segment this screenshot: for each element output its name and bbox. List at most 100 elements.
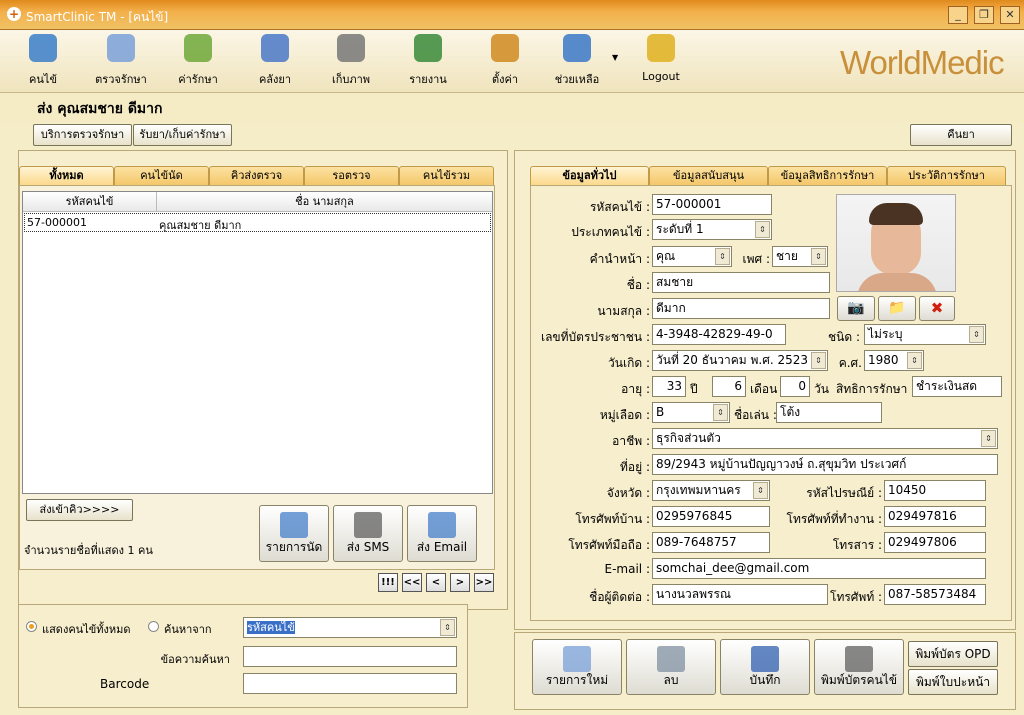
action-button-0[interactable]: รายการนัด: [259, 505, 329, 562]
open-photo-button[interactable]: 📁: [878, 296, 916, 321]
action-button-2[interactable]: ส่ง Email: [407, 505, 477, 562]
nick-field[interactable]: โต้ง: [776, 402, 882, 423]
medicine-button[interactable]: รับยา/เก็บค่ารักษา: [133, 124, 232, 146]
minimize-button[interactable]: _: [948, 6, 968, 24]
toolbar-button-4[interactable]: เก็บภาพ: [316, 30, 386, 90]
tab-right-3[interactable]: ประวัติการรักษา: [887, 166, 1006, 186]
print-cover-button[interactable]: พิมพ์ใบปะหน้า: [908, 669, 998, 695]
nav-button-0[interactable]: !!!: [378, 573, 398, 592]
bottom-button-2[interactable]: บันทึก: [720, 639, 810, 695]
hn-field[interactable]: 57-000001: [652, 194, 772, 215]
bottom-button-1[interactable]: ลบ: [626, 639, 716, 695]
table-row[interactable]: 57-000001 คุณสมชาย ดีมาก: [24, 213, 491, 232]
prov-label: จังหวัด :: [606, 486, 650, 500]
toolbar-button-6[interactable]: ตั้งค่า: [470, 30, 540, 90]
idtype-select[interactable]: ไม่ระบุ ⇕: [864, 324, 986, 345]
job-select[interactable]: ธุรกิจส่วนตัว ⇕: [652, 428, 998, 449]
dob-select[interactable]: วันที่ 20 ธันวาคม พ.ศ. 2523 ⇕: [652, 350, 828, 371]
tools-icon: [491, 34, 519, 62]
lname-field[interactable]: ดีมาก: [652, 298, 830, 319]
toolbar-label[interactable]: ช่วยเหลือ: [542, 70, 612, 88]
tab-left-4[interactable]: คนไข้รวม: [399, 166, 494, 186]
age_y-field[interactable]: 33: [652, 376, 686, 397]
nav-button-2[interactable]: <: [426, 573, 446, 592]
chevron-down-icon: ⇕: [811, 248, 826, 265]
tab-right-2[interactable]: ข้อมูลสิทธิการรักษา: [768, 166, 887, 186]
nav-button-1[interactable]: <<: [402, 573, 422, 592]
save-icon: [751, 646, 779, 672]
keyword-input[interactable]: [243, 646, 457, 667]
patient-icon: [29, 34, 57, 62]
delete-photo-button[interactable]: ✖: [919, 296, 955, 321]
toolbar-label[interactable]: รายงาน: [393, 70, 463, 88]
toolbar-label[interactable]: ตั้งค่า: [470, 70, 540, 88]
tel-field[interactable]: 0295976845: [652, 506, 770, 527]
toolbar-button-0[interactable]: คนไข้: [8, 30, 78, 90]
age_d-field[interactable]: 0: [780, 376, 810, 397]
ctel-field[interactable]: 087-58573484: [884, 584, 986, 605]
nav-button-3[interactable]: >: [450, 573, 470, 592]
toolbar-label[interactable]: คนไข้: [8, 70, 78, 88]
work-label: โทรศัพท์ที่ทำงาน :: [786, 512, 882, 526]
toolbar-label[interactable]: Logout: [626, 70, 696, 83]
search-from-radio[interactable]: [148, 621, 159, 632]
toolbar-label[interactable]: ค่ารักษา: [163, 70, 233, 88]
fname-field[interactable]: สมชาย: [652, 272, 830, 293]
toolbar-button-8[interactable]: Logout: [626, 30, 696, 90]
nick-label: ชื่อเล่น :: [734, 408, 777, 422]
print-opd-button[interactable]: พิมพ์บัตร OPD: [908, 641, 998, 667]
ctel-label: โทรศัพท์ :: [830, 590, 883, 604]
tab-right-1[interactable]: ข้อมูลสนับสนุน: [649, 166, 768, 186]
col-header-name[interactable]: ชื่อ นามสกุล: [157, 192, 492, 212]
age-label: อายุ :: [621, 382, 650, 396]
prov-select[interactable]: กรุงเทพมหานคร ⇕: [652, 480, 770, 501]
tab-left-2[interactable]: คิวส่งตรวจ: [209, 166, 304, 186]
contact-field[interactable]: นางนวลพรรณ: [652, 584, 828, 605]
phone-icon: [354, 512, 382, 538]
close-button[interactable]: ✕: [1000, 6, 1020, 24]
work-field[interactable]: 029497816: [884, 506, 986, 527]
mob-field[interactable]: 089-7648757: [652, 532, 770, 553]
send-queue-button[interactable]: ส่งเข้าคิว>>>>: [26, 499, 133, 521]
toolbar-button-1[interactable]: ตรวจรักษา: [86, 30, 156, 90]
toolbar-label[interactable]: ตรวจรักษา: [86, 70, 156, 88]
return-medicine-button[interactable]: คืนยา: [910, 124, 1012, 146]
action-button-1[interactable]: ส่ง SMS: [333, 505, 403, 562]
action-label: รายการนัด: [265, 540, 323, 554]
email-field[interactable]: somchai_dee@gmail.com: [652, 558, 986, 579]
restore-button[interactable]: ❐: [974, 6, 994, 24]
bottom-button-0[interactable]: รายการใหม่: [532, 639, 622, 695]
toolbar-button-5[interactable]: รายงาน: [393, 30, 463, 90]
toolbar-label[interactable]: เก็บภาพ: [316, 70, 386, 88]
tab-left-3[interactable]: รอตรวจ: [304, 166, 399, 186]
bottom-button-3[interactable]: พิมพ์บัตรคนไข้: [814, 639, 904, 695]
show-all-label: แสดงคนไข้ทั้งหมด: [42, 623, 131, 636]
age_m-field[interactable]: 6: [712, 376, 746, 397]
barcode-input[interactable]: [243, 673, 457, 694]
blood-select[interactable]: B ⇕: [652, 402, 730, 423]
service-button[interactable]: บริการตรวจรักษา: [33, 124, 132, 146]
tab-right-0[interactable]: ข้อมูลทั่วไป: [530, 166, 649, 186]
tab-left-1[interactable]: คนไข้นัด: [114, 166, 209, 186]
show-all-radio[interactable]: [26, 621, 37, 632]
help-dropdown-icon[interactable]: ▼: [612, 53, 618, 62]
type-select[interactable]: ระดับที่ 1 ⇕: [652, 219, 772, 240]
col-header-hn[interactable]: รหัสคนไข้: [23, 192, 157, 212]
job-label: อาชีพ :: [612, 434, 650, 448]
fax-field[interactable]: 029497806: [884, 532, 986, 553]
toolbar-button-3[interactable]: คลังยา: [240, 30, 310, 90]
addr-field[interactable]: 89/2943 หมู่บ้านปัญญาวงษ์ ถ.สุขุมวิท ประ…: [652, 454, 998, 475]
toolbar-label[interactable]: คลังยา: [240, 70, 310, 88]
nav-button-4[interactable]: >>: [474, 573, 494, 592]
ce-select[interactable]: 1980 ⇕: [864, 350, 924, 371]
prefix-select[interactable]: คุณ ⇕: [652, 246, 732, 267]
tab-left-0[interactable]: ทั้งหมด: [19, 166, 114, 186]
sex-select[interactable]: ชาย ⇕: [772, 246, 828, 267]
zip-field[interactable]: 10450: [884, 480, 986, 501]
toolbar-button-2[interactable]: ค่ารักษา: [163, 30, 233, 90]
toolbar-button-7[interactable]: ช่วยเหลือ: [542, 30, 612, 90]
right-field[interactable]: ชำระเงินสด: [912, 376, 1002, 397]
search-by-select[interactable]: รหัสคนไข้ ⇕: [243, 617, 457, 638]
id-field[interactable]: 4-3948-42829-49-0: [652, 324, 786, 345]
camera-button[interactable]: 📷: [837, 296, 875, 321]
